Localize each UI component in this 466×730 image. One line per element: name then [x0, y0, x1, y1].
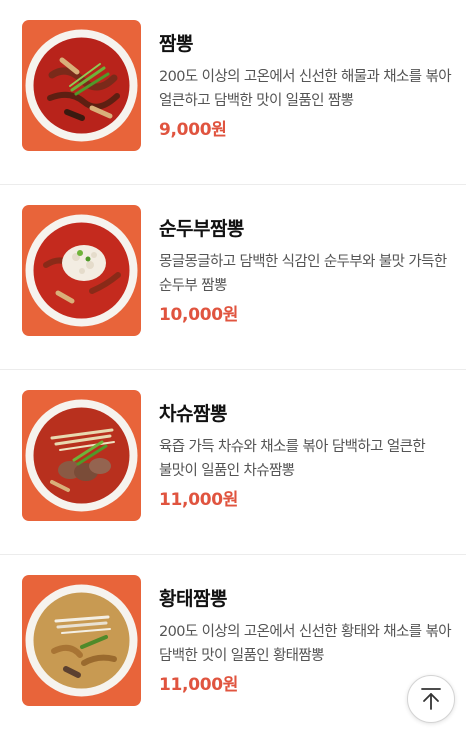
menu-description: 육즙 가득 차슈와 채소를 볶아 담백하고 얼큰한 불맛이 일품인 차슈짬뽕	[159, 439, 426, 479]
menu-name: 황태짬뽕	[159, 588, 227, 610]
menu-price: 10,000원	[159, 305, 239, 325]
menu-image	[22, 20, 141, 151]
menu-image	[22, 575, 141, 706]
menu-info: 차슈짬뽕 육즙 가득 차슈와 채소를 볶아 담백하고 얼큰한 불맛이 일품인 차…	[159, 400, 454, 513]
menu-image	[22, 390, 141, 521]
menu-price: 11,000원	[159, 490, 239, 510]
chashu-jjamppong-bowl-image	[25, 399, 138, 512]
menu-price: 9,000원	[159, 120, 227, 140]
jjamppong-bowl-image	[25, 29, 138, 142]
arrow-up-to-top-icon	[421, 688, 441, 710]
menu-item[interactable]: 차슈짬뽕 육즙 가득 차슈와 채소를 볶아 담백하고 얼큰한 불맛이 일품인 차…	[0, 370, 466, 555]
menu-description: 200도 이상의 고온에서 신선한 해물과 채소를 볶아 얼큰하고 담백한 맛이…	[159, 69, 452, 109]
menu-name: 차슈짬뽕	[159, 403, 227, 425]
menu-info: 짬뽕 200도 이상의 고온에서 신선한 해물과 채소를 볶아 얼큰하고 담백한…	[159, 30, 454, 143]
menu-description: 200도 이상의 고온에서 신선한 황태와 채소를 볶아 담백한 맛이 일품인 …	[159, 624, 452, 664]
menu-info: 순두부짬뽕 몽글몽글하고 담백한 식감인 순두부와 불맛 가득한 순두부 짬뽕 …	[159, 215, 454, 328]
menu-name: 짬뽕	[159, 33, 193, 55]
scroll-to-top-button[interactable]	[407, 675, 455, 723]
hwangtae-jjamppong-bowl-image	[25, 584, 138, 697]
menu-list: 짬뽕 200도 이상의 고온에서 신선한 해물과 채소를 볶아 얼큰하고 담백한…	[0, 0, 466, 730]
menu-name: 순두부짬뽕	[159, 218, 244, 240]
menu-item[interactable]: 황태짬뽕 200도 이상의 고온에서 신선한 황태와 채소를 볶아 담백한 맛이…	[0, 555, 466, 730]
sundubu-jjamppong-bowl-image	[25, 214, 138, 327]
menu-description: 몽글몽글하고 담백한 식감인 순두부와 불맛 가득한 순두부 짬뽕	[159, 254, 447, 294]
menu-item[interactable]: 순두부짬뽕 몽글몽글하고 담백한 식감인 순두부와 불맛 가득한 순두부 짬뽕 …	[0, 185, 466, 370]
menu-item[interactable]: 짬뽕 200도 이상의 고온에서 신선한 해물과 채소를 볶아 얼큰하고 담백한…	[0, 0, 466, 185]
menu-image	[22, 205, 141, 336]
menu-info: 황태짬뽕 200도 이상의 고온에서 신선한 황태와 채소를 볶아 담백한 맛이…	[159, 585, 454, 698]
